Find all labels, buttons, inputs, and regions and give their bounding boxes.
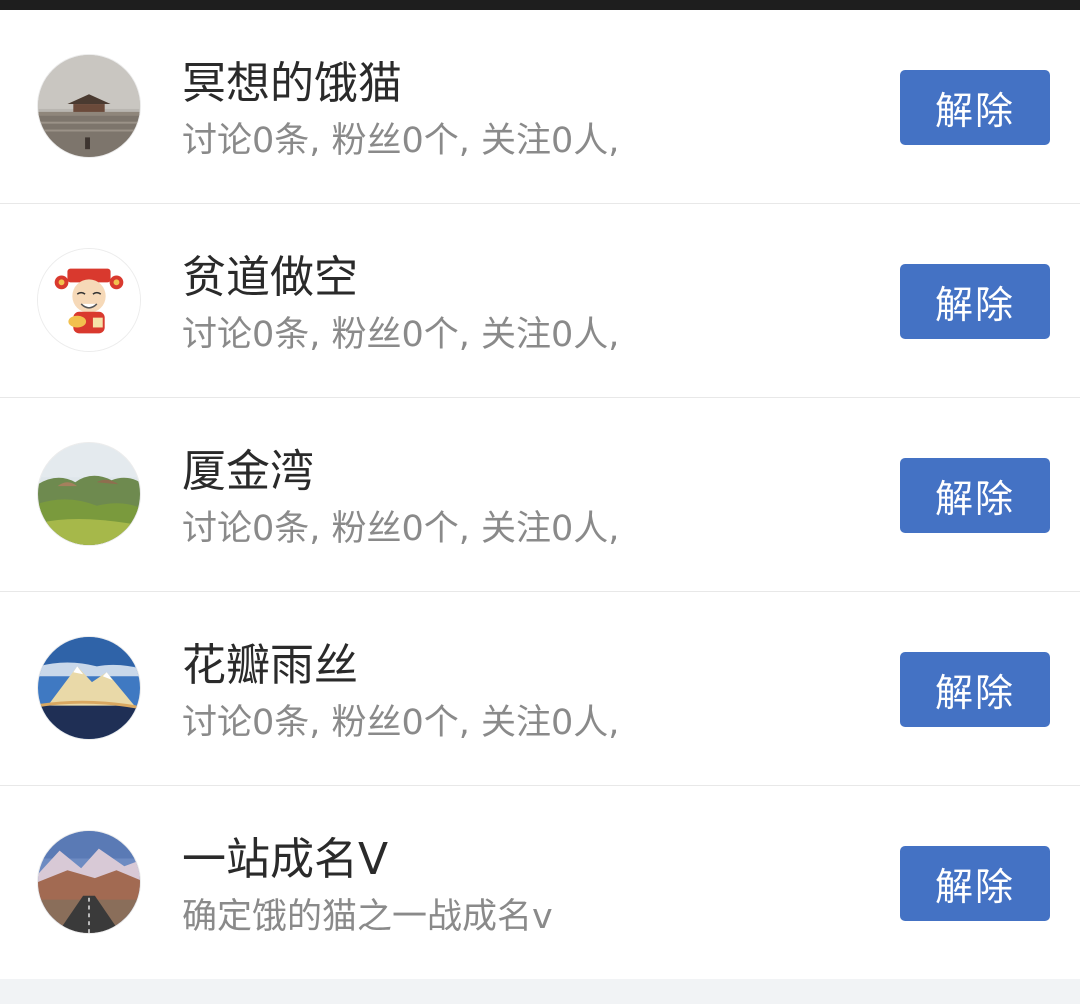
user-name: 花瓣雨丝: [182, 640, 358, 691]
list-item[interactable]: 一站成名V 确定饿的猫之一战成名v 解除: [0, 786, 1080, 979]
user-name: 一站成名V: [182, 834, 389, 885]
user-list: 冥想的饿猫 讨论0条, 粉丝0个, 关注0人, 解除 贫道做空 讨论0条, 粉丝…: [0, 10, 1080, 979]
remove-button[interactable]: 解除: [900, 264, 1050, 339]
user-name: 贫道做空: [182, 252, 358, 303]
list-item[interactable]: 厦金湾 讨论0条, 粉丝0个, 关注0人, 解除: [0, 398, 1080, 592]
user-name: 厦金湾: [182, 446, 314, 497]
palace-photo-avatar[interactable]: [37, 54, 141, 158]
remove-button[interactable]: 解除: [900, 70, 1050, 145]
list-item[interactable]: 贫道做空 讨论0条, 粉丝0个, 关注0人, 解除: [0, 204, 1080, 398]
fortune-god-cartoon-avatar[interactable]: [37, 248, 141, 352]
status-bar: [0, 0, 1080, 10]
user-signature: 确定饿的猫之一战成名v: [182, 897, 553, 937]
user-name: 冥想的饿猫: [182, 58, 402, 109]
remove-button[interactable]: 解除: [900, 652, 1050, 727]
list-item[interactable]: 花瓣雨丝 讨论0条, 粉丝0个, 关注0人, 解除: [0, 592, 1080, 786]
mountain-road-photo-avatar[interactable]: [37, 830, 141, 934]
user-stats: 讨论0条, 粉丝0个, 关注0人,: [182, 315, 620, 355]
green-hills-photo-avatar[interactable]: [37, 442, 141, 546]
user-stats: 讨论0条, 粉丝0个, 关注0人,: [182, 509, 620, 549]
user-stats: 讨论0条, 粉丝0个, 关注0人,: [182, 121, 620, 161]
list-footer: [0, 984, 1080, 1004]
remove-button[interactable]: 解除: [900, 846, 1050, 921]
remove-button[interactable]: 解除: [900, 458, 1050, 533]
list-item[interactable]: 冥想的饿猫 讨论0条, 粉丝0个, 关注0人, 解除: [0, 10, 1080, 204]
user-stats: 讨论0条, 粉丝0个, 关注0人,: [182, 703, 620, 743]
snow-mountain-photo-avatar[interactable]: [37, 636, 141, 740]
